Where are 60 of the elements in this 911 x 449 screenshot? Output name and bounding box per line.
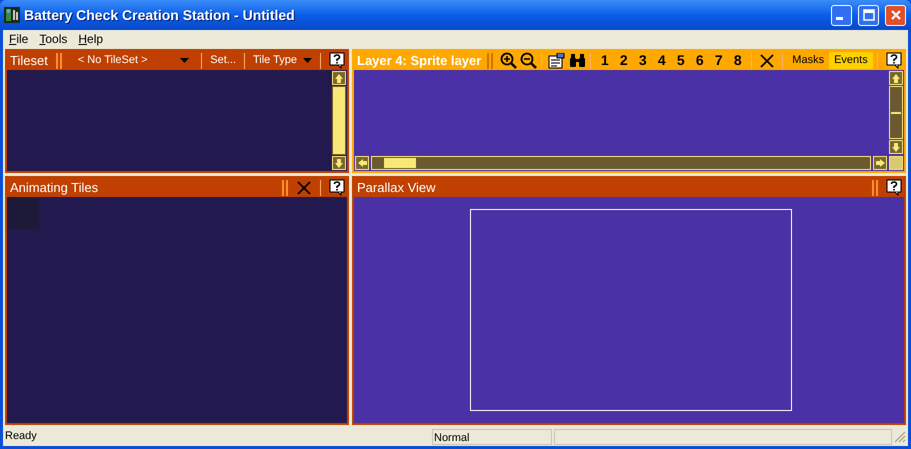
scrollbar-thumb[interactable] [891, 112, 901, 114]
panel-title: Animating Tiles [10, 178, 100, 197]
minimize-button[interactable] [831, 4, 852, 26]
menu-item[interactable]: File [9, 30, 28, 48]
empty-tile-slot [7, 197, 39, 229]
status-mode: Normal [432, 428, 552, 444]
tileset-dropdown[interactable]: < No TileSet > [66, 52, 198, 69]
scrollbar-corner [889, 156, 903, 170]
status-text: Ready [4, 429, 38, 444]
app-icon [4, 7, 20, 23]
toggle-button[interactable]: Events [829, 52, 873, 69]
layer-button[interactable]: 8 [728, 51, 748, 71]
horizontal-scrollbar[interactable] [354, 155, 888, 171]
resize-grip-icon[interactable] [894, 430, 906, 442]
close-icon [890, 9, 902, 21]
scroll-up-button[interactable] [332, 71, 346, 85]
panel-title: Tileset [10, 52, 49, 70]
layer-button[interactable]: 2 [614, 51, 634, 71]
help-icon[interactable] [329, 52, 345, 69]
zoom-out-icon[interactable] [520, 52, 538, 69]
layer-button[interactable]: 6 [690, 51, 710, 71]
scrollbar-thumb[interactable] [384, 158, 416, 168]
help-icon[interactable] [886, 52, 902, 69]
layer-button[interactable]: 3 [633, 51, 652, 71]
dropdown-caret-icon [180, 58, 190, 63]
layer-button[interactable]: 4 [652, 51, 672, 71]
maximize-button[interactable] [858, 4, 879, 26]
scroll-up-button[interactable] [889, 71, 903, 85]
layer-button[interactable]: 5 [671, 51, 690, 71]
zoom-in-icon[interactable] [500, 52, 518, 69]
help-icon[interactable] [329, 179, 345, 196]
scroll-left-button[interactable] [355, 156, 369, 170]
menu-item[interactable]: Tools [39, 30, 68, 48]
toggle-button[interactable]: Masks [787, 52, 830, 69]
vertical-scrollbar[interactable] [888, 70, 904, 155]
tile-type-dropdown[interactable]: Tile Type [248, 52, 316, 69]
close-button[interactable] [885, 4, 906, 26]
grip-icon [56, 52, 62, 68]
grip-icon [487, 52, 494, 68]
scrollbar-thumb[interactable] [332, 86, 346, 155]
layer-button[interactable]: 1 [595, 51, 614, 71]
vertical-scrollbar[interactable] [331, 70, 347, 171]
binoculars-icon[interactable] [569, 53, 586, 68]
window-title: Battery Check Creation Station - Untitled [24, 6, 295, 25]
maximize-icon [862, 9, 874, 21]
panel-title: Parallax View [357, 178, 437, 197]
layer-button[interactable]: 7 [709, 51, 728, 71]
delete-icon[interactable] [760, 54, 774, 68]
help-icon[interactable] [886, 179, 902, 196]
scroll-down-button[interactable] [889, 140, 903, 154]
grip-icon [282, 180, 288, 196]
dropdown-caret-icon [303, 58, 312, 63]
menu-item[interactable]: Help [78, 30, 104, 48]
panel-title: Layer 4: Sprite layer [357, 52, 482, 70]
minimize-icon [836, 17, 843, 20]
grip-icon [872, 180, 878, 196]
properties-icon[interactable] [548, 52, 566, 68]
set-button[interactable]: Set... [206, 52, 240, 69]
scroll-down-button[interactable] [332, 156, 346, 170]
scroll-right-button[interactable] [873, 156, 887, 170]
